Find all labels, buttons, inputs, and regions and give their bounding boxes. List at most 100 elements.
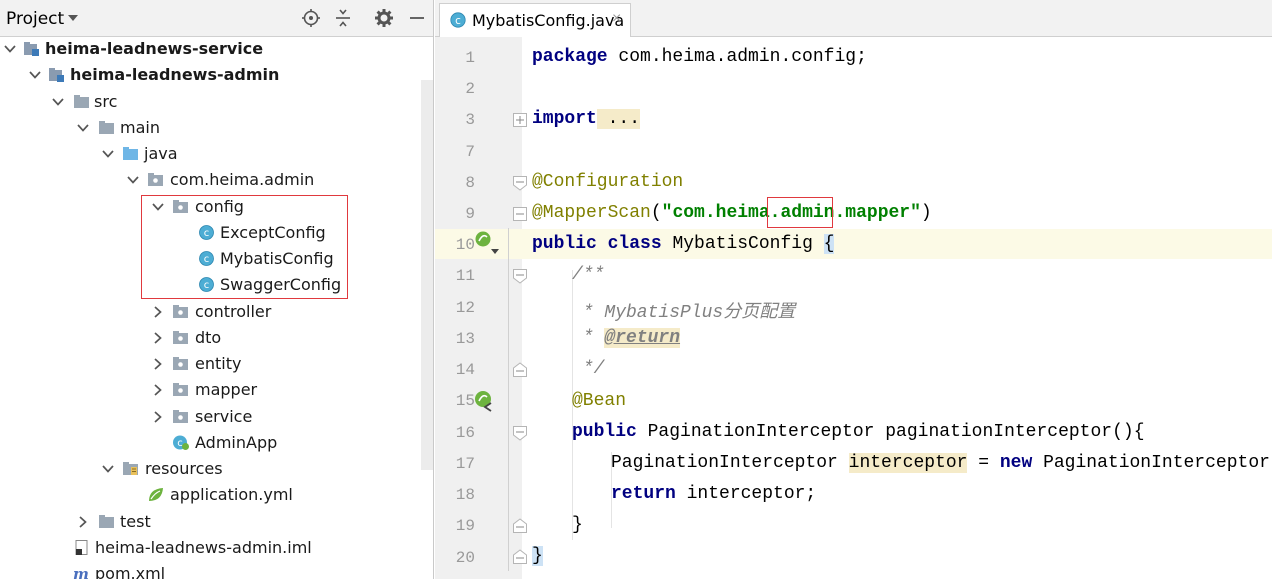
tree-item-label: service [195, 407, 253, 426]
code-line-20: } [532, 546, 543, 566]
spring-yml-icon [149, 488, 163, 501]
tree-item-label: controller [195, 302, 272, 321]
code-line-10: public class MybatisConfig { [532, 234, 835, 254]
fold-expand-icon[interactable] [512, 112, 528, 128]
chevron-down-icon[interactable] [51, 95, 65, 109]
tree-item-label: test [120, 512, 151, 531]
line-number: 1 [465, 49, 475, 67]
fold-start-icon[interactable] [512, 425, 528, 441]
tree-item-heima-leadnews-admin[interactable]: heima-leadnews-admin [0, 62, 433, 88]
chevron-down-icon[interactable] [3, 42, 17, 56]
folder-icon [99, 515, 114, 528]
svg-text:c: c [177, 438, 183, 449]
tree-item-label: entity [195, 354, 242, 373]
code-text: ( [650, 203, 662, 223]
tree-item-label: resources [145, 459, 223, 478]
spring-bean-method-icon[interactable] [472, 388, 498, 414]
close-icon[interactable]: × [612, 10, 621, 28]
code-line-12: * MybatisPlus分页配置 [572, 303, 796, 323]
package-icon [173, 305, 188, 318]
tree-item-pom-xml[interactable]: m pom.xml [0, 561, 433, 579]
highlight-box-admin [767, 197, 833, 228]
package-icon [173, 331, 188, 344]
collapse-all-icon[interactable] [333, 8, 353, 28]
tree-item-dto[interactable]: dto [0, 325, 433, 351]
chevron-down-icon[interactable] [101, 147, 115, 161]
annotation: @MapperScan [532, 203, 651, 223]
tree-item-mapper[interactable]: mapper [0, 377, 433, 403]
tree-item-heima-leadnews-service[interactable]: heima-leadnews-service [0, 36, 433, 62]
fold-end-icon[interactable] [512, 362, 528, 378]
fold-end-icon[interactable] [512, 518, 528, 534]
chevron-right-icon[interactable] [151, 383, 165, 397]
code-line-9: @MapperScan("com.heima.admin.mapper") [532, 203, 932, 223]
class-name: MybatisConfig [661, 234, 824, 254]
editor-tab-bar: c MybatisConfig.java × [435, 0, 1272, 37]
hide-icon[interactable] [407, 8, 427, 28]
tree-item-java[interactable]: java [0, 141, 433, 167]
tree-item-entity[interactable]: entity [0, 351, 433, 377]
annotation: @Configuration [532, 172, 684, 192]
fold-start-icon[interactable] [512, 175, 528, 191]
code-line-17: PaginationInterceptor interceptor = new … [611, 453, 1272, 473]
chevron-down-icon[interactable] [28, 68, 42, 82]
package-icon [173, 357, 188, 370]
class-icon: c [450, 12, 466, 28]
line-number: 16 [455, 424, 475, 442]
fold-end-icon[interactable] [512, 549, 528, 565]
tree-item-label: heima-leadnews-admin.iml [95, 538, 312, 557]
folded-imports[interactable]: ... [596, 109, 641, 129]
code-text: PaginationInterceptor(); [1043, 453, 1272, 473]
code-text: PaginationInterceptor paginationIntercep… [636, 422, 1145, 442]
resources-folder-icon [123, 462, 138, 475]
tree-item-label: src [94, 92, 118, 111]
tree-item-application-yml[interactable]: application.yml [0, 482, 433, 508]
tree-item-test[interactable]: test [0, 509, 433, 535]
line-number: 11 [455, 267, 475, 285]
code-line-18: return interceptor; [611, 484, 816, 504]
line-number: 10 [455, 236, 475, 254]
chevron-right-icon[interactable] [151, 331, 165, 345]
line-number: 15 [455, 392, 475, 410]
fold-start-icon[interactable] [512, 268, 528, 284]
chevron-right-icon[interactable] [76, 515, 90, 529]
chevron-right-icon[interactable] [151, 305, 165, 319]
svg-text:c: c [455, 15, 461, 27]
spring-bean-gutter-icon[interactable] [472, 229, 500, 257]
tree-item-controller[interactable]: controller [0, 299, 433, 325]
chevron-down-icon[interactable] [76, 121, 90, 135]
settings-icon[interactable] [374, 8, 394, 28]
tree-item-heima-leadnews-admin-iml[interactable]: heima-leadnews-admin.iml [0, 535, 433, 561]
chevron-right-icon[interactable] [151, 410, 165, 424]
project-panel-header: Project [0, 0, 433, 37]
chevron-right-icon[interactable] [151, 357, 165, 371]
code-line-11: /** [572, 265, 605, 285]
tree-item-main[interactable]: main [0, 115, 433, 141]
tree-item-label: application.yml [170, 485, 293, 504]
chevron-down-icon[interactable] [126, 173, 140, 187]
line-number: 7 [465, 143, 475, 161]
tree-item-resources[interactable]: resources [0, 456, 433, 482]
iml-file-icon [75, 540, 88, 555]
line-number: 17 [455, 455, 475, 473]
line-number: 13 [455, 330, 475, 348]
fold-icon[interactable] [512, 206, 528, 222]
spring-boot-class-icon: c [173, 435, 189, 450]
source-folder-icon [123, 147, 138, 160]
tree-item-com-heima-admin[interactable]: com.heima.admin [0, 167, 433, 193]
chevron-down-icon[interactable] [101, 462, 115, 476]
tree-item-service[interactable]: service [0, 404, 433, 430]
line-number: 2 [465, 80, 475, 98]
tree-item-adminapp[interactable]: c AdminApp [0, 430, 433, 456]
keyword: package [532, 47, 608, 67]
chevron-down-icon[interactable] [68, 15, 78, 21]
code-text: ) [920, 203, 932, 223]
code-text: = [967, 453, 1000, 473]
javadoc-tag: @return [604, 328, 681, 348]
keyword: new [999, 453, 1033, 473]
tree-item-src[interactable]: src [0, 89, 433, 115]
locate-icon[interactable] [301, 8, 321, 28]
tree-item-label: com.heima.admin [170, 170, 315, 189]
project-view-title[interactable]: Project [6, 9, 64, 29]
tab-mybatisconfig[interactable]: c MybatisConfig.java × [439, 3, 631, 37]
